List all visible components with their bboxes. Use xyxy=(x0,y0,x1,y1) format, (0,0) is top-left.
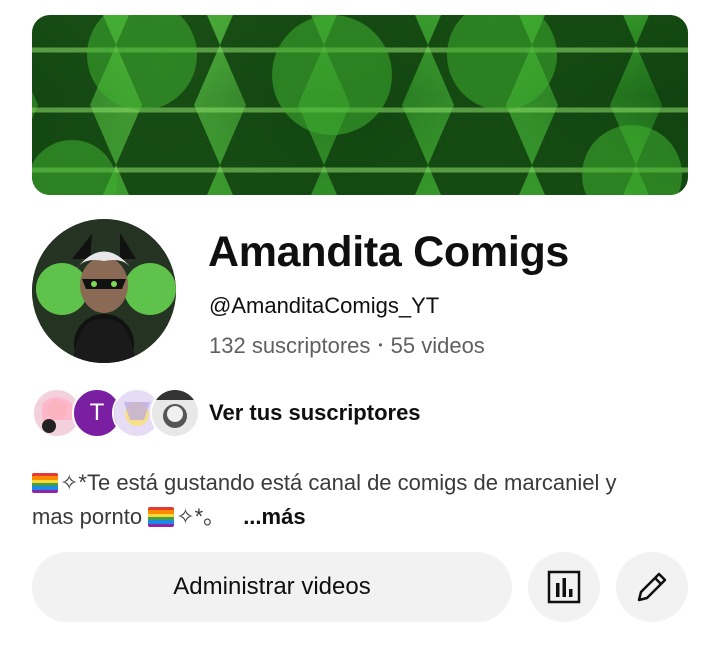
description-text-2: mas pornto xyxy=(32,504,143,529)
analytics-button[interactable] xyxy=(528,552,600,622)
channel-stats: 132 suscriptores • 55 videos xyxy=(209,333,485,359)
stats-separator: • xyxy=(378,338,383,352)
channel-avatar-image xyxy=(32,219,176,363)
channel-description[interactable]: ✧*Te está gustando está canal de comigs … xyxy=(32,466,692,534)
description-line-2: mas pornto ✧*。 ...más xyxy=(32,500,692,534)
rainbow-flag-icon xyxy=(148,507,175,527)
rainbow-flag-icon xyxy=(32,473,58,493)
subscriber-avatar xyxy=(150,388,200,438)
bar-chart-icon xyxy=(547,570,581,604)
channel-handle: @AmanditaComigs_YT xyxy=(209,293,440,318)
hexagon-pattern xyxy=(32,15,688,195)
pencil-icon xyxy=(637,572,667,602)
subscriber-avatars[interactable]: T xyxy=(32,388,202,438)
channel-banner xyxy=(32,15,688,195)
description-text-3: ✧*。 xyxy=(176,504,226,529)
description-line-1: ✧*Te está gustando está canal de comigs … xyxy=(32,466,692,500)
video-count: 55 videos xyxy=(390,333,485,358)
subscriber-count: 132 suscriptores xyxy=(209,333,371,358)
edit-channel-button[interactable] xyxy=(616,552,688,622)
more-link[interactable]: ...más xyxy=(243,504,305,529)
description-text-1: ✧*Te está gustando está canal de comigs … xyxy=(60,470,617,495)
channel-name: Amandita Comigs xyxy=(208,228,570,276)
manage-videos-button[interactable]: Administrar videos xyxy=(32,552,512,622)
view-subscribers-link[interactable]: Ver tus suscriptores xyxy=(209,400,421,426)
channel-avatar[interactable] xyxy=(32,219,176,363)
